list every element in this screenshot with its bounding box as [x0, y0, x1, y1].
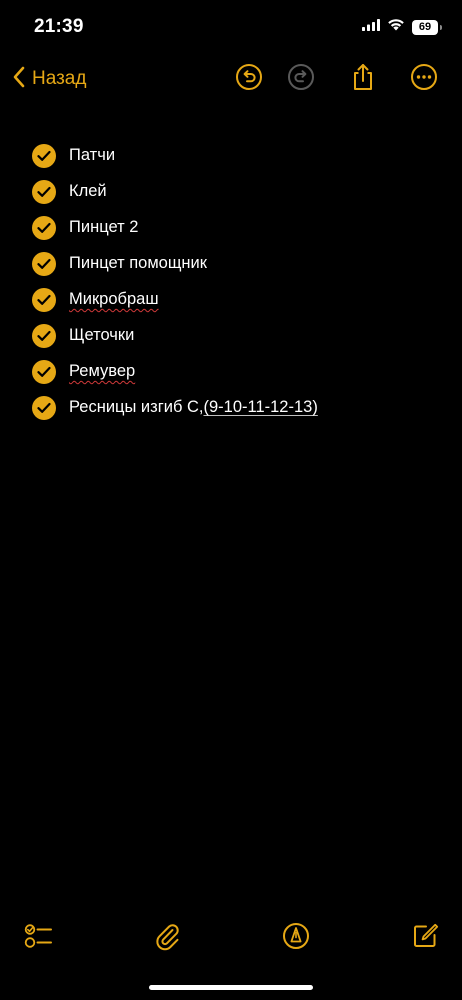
attachment-button[interactable]: [151, 922, 183, 954]
checkbox-checked-icon[interactable]: [32, 324, 56, 348]
share-icon: [350, 62, 376, 97]
checkbox-checked-icon[interactable]: [32, 288, 56, 312]
attachment-icon: [153, 921, 181, 956]
checklist-item-text-wrapper: Ресницы изгиб С,(9-10-11-12-13): [69, 398, 318, 417]
checklist-item: Микробраш: [0, 282, 462, 318]
checklist-item: Пинцет помощник: [0, 246, 462, 282]
undo-icon: [235, 63, 263, 96]
checklist-icon: [23, 922, 53, 955]
nav-bar: Назад: [0, 56, 462, 102]
undo-button[interactable]: [234, 63, 264, 96]
status-time: 21:39: [34, 16, 84, 37]
home-indicator[interactable]: [149, 985, 313, 990]
checklist-item: Пинцет 2: [0, 210, 462, 246]
checklist-item-text[interactable]: Микробраш: [69, 290, 159, 309]
compose-button[interactable]: [409, 922, 441, 954]
status-icons: 69: [362, 18, 442, 36]
status-bar: 21:39 69: [0, 0, 462, 56]
checklist-item-text[interactable]: Ремувер: [69, 362, 135, 381]
checkbox-checked-icon[interactable]: [32, 396, 56, 420]
more-button[interactable]: [409, 63, 439, 96]
redo-icon: [287, 63, 315, 96]
checklist-item: Щеточки: [0, 318, 462, 354]
checklist-item: Ресницы изгиб С,(9-10-11-12-13): [0, 390, 462, 426]
share-button[interactable]: [348, 62, 378, 97]
checklist-item: Клей: [0, 174, 462, 210]
checklist-item-text[interactable]: Щеточки: [69, 326, 134, 345]
checklist-button[interactable]: [22, 922, 54, 954]
more-icon: [410, 63, 438, 96]
checklist-item: Патчи: [0, 138, 462, 174]
checklist: Патчи Клей Пинцет 2 Пинцет помощник Микр…: [0, 138, 462, 426]
back-button[interactable]: Назад: [12, 64, 86, 94]
checkbox-checked-icon[interactable]: [32, 252, 56, 276]
markup-icon: [282, 922, 310, 955]
checklist-item: Ремувер: [0, 354, 462, 390]
back-label: Назад: [32, 68, 87, 89]
battery-icon: 69: [412, 19, 442, 35]
detected-number-link[interactable]: (9-10-11-12-13): [203, 398, 317, 416]
redo-button[interactable]: [286, 63, 316, 96]
checklist-item-text[interactable]: Клей: [69, 182, 107, 201]
signal-icon: [362, 18, 380, 36]
checklist-item-text[interactable]: Пинцет 2: [69, 218, 138, 237]
markup-button[interactable]: [280, 922, 312, 954]
compose-icon: [411, 922, 439, 955]
checkbox-checked-icon[interactable]: [32, 216, 56, 240]
chevron-left-icon: [12, 66, 26, 93]
checkbox-checked-icon[interactable]: [32, 144, 56, 168]
bottom-toolbar: [0, 918, 462, 958]
checklist-item-text[interactable]: Ресницы изгиб С,: [69, 398, 203, 416]
checklist-item-text[interactable]: Пинцет помощник: [69, 254, 207, 273]
wifi-icon: [387, 18, 405, 36]
checkbox-checked-icon[interactable]: [32, 360, 56, 384]
checkbox-checked-icon[interactable]: [32, 180, 56, 204]
checklist-item-text[interactable]: Патчи: [69, 146, 115, 165]
